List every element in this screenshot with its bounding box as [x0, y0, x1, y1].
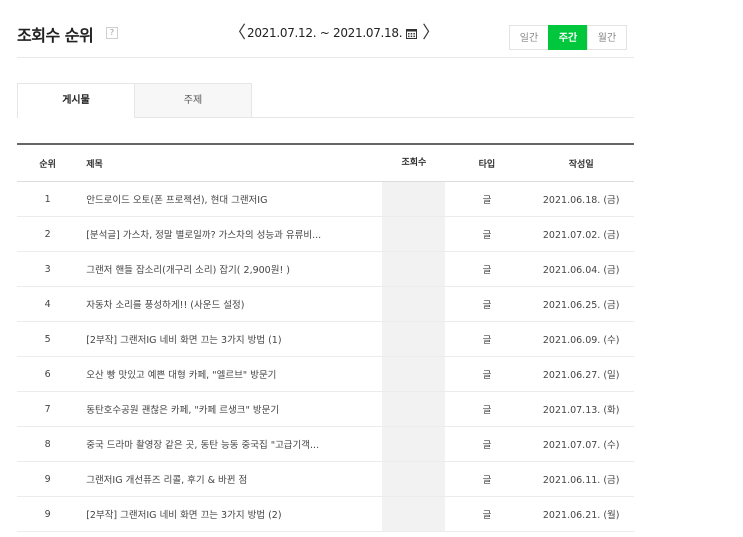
row-title-link[interactable]: 중국 드라마 촬영장 같은 곳, 동탄 능동 중국집 "고급기객... — [78, 437, 382, 451]
row-type: 글 — [482, 370, 492, 381]
row-views — [382, 392, 446, 426]
row-date: 2021.06.25. (금) — [542, 300, 620, 311]
table-header: 순위 제목 조회수 타입 작성일 — [17, 145, 634, 182]
col-views-header: 조회수 — [401, 158, 427, 168]
period-toggle: 일간 주간 월간 — [509, 25, 627, 50]
tab-topics[interactable]: 주제 — [134, 83, 252, 117]
stats-header: 조회수 순위 ? 〈 2021.07.12. ~ 2021.07.18. 〉 일… — [0, 0, 743, 60]
row-date: 2021.06.04. (금) — [542, 265, 620, 276]
row-type: 글 — [482, 265, 492, 276]
table-row[interactable]: 2 [분석글] 가스차, 정말 별로일까? 가스차의 성능과 유류비... 글 … — [17, 217, 634, 252]
row-rank: 9 — [44, 473, 51, 485]
row-title-link[interactable]: [분석글] 가스차, 정말 별로일까? 가스차의 성능과 유류비... — [78, 227, 382, 241]
row-title-link[interactable]: [2부작] 그랜저IG 네비 화면 끄는 3가지 방법 (1) — [78, 332, 382, 346]
row-views — [382, 427, 446, 461]
row-title-link[interactable]: 그랜저IG 개선퓨즈 리콜, 후기 & 바뀐 점 — [78, 472, 382, 486]
row-type: 글 — [482, 195, 492, 206]
tab-posts[interactable]: 게시물 — [17, 83, 135, 118]
table-row[interactable]: 3 그랜저 핸들 잡소리(개구리 소리) 잡기( 2,900원! ) 글 202… — [17, 252, 634, 287]
row-title-link[interactable]: 동탄호수공원 괜찮은 카페, "카페 르생크" 방문기 — [78, 402, 382, 416]
row-type: 글 — [482, 440, 492, 451]
col-type-header: 타입 — [478, 159, 496, 170]
table-row[interactable]: 1 안드로이드 오토(폰 프로젝션), 현대 그랜저IG 글 2021.06.1… — [17, 182, 634, 217]
row-date: 2021.06.11. (금) — [542, 475, 620, 486]
row-type: 글 — [482, 300, 492, 311]
row-type: 글 — [482, 475, 492, 486]
row-rank: 3 — [44, 263, 51, 275]
row-date: 2021.07.13. (화) — [542, 405, 620, 416]
row-title-link[interactable]: 안드로이드 오토(폰 프로젝션), 현대 그랜저IG — [78, 192, 382, 206]
period-monthly-button[interactable]: 월간 — [587, 25, 627, 50]
table-row[interactable]: 9 그랜저IG 개선퓨즈 리콜, 후기 & 바뀐 점 글 2021.06.11.… — [17, 462, 634, 497]
row-views — [382, 322, 446, 356]
row-date: 2021.07.02. (금) — [542, 230, 620, 241]
row-type: 글 — [482, 510, 492, 521]
row-date: 2021.06.21. (월) — [542, 510, 620, 521]
header-divider — [17, 57, 634, 58]
row-rank: 8 — [44, 438, 51, 450]
row-date: 2021.06.27. (일) — [542, 370, 620, 381]
row-date: 2021.06.09. (수) — [542, 335, 620, 346]
row-date: 2021.07.07. (수) — [542, 440, 620, 451]
row-title-link[interactable]: 자동차 소리를 풍성하게!! (사운드 설정) — [78, 297, 382, 311]
period-daily-button[interactable]: 일간 — [509, 25, 549, 50]
row-type: 글 — [482, 230, 492, 241]
row-views — [382, 182, 446, 216]
row-rank: 7 — [44, 403, 51, 415]
row-title-link[interactable]: [2부작] 그랜저IG 네비 화면 끄는 3가지 방법 (2) — [78, 507, 382, 521]
col-title-header: 제목 — [86, 159, 103, 170]
table-row[interactable]: 9 [2부작] 그랜저IG 네비 화면 끄는 3가지 방법 (2) 글 2021… — [17, 497, 634, 532]
table-row[interactable]: 7 동탄호수공원 괜찮은 카페, "카페 르생크" 방문기 글 2021.07.… — [17, 392, 634, 427]
question-icon[interactable]: ? — [106, 27, 118, 39]
next-week-arrow-icon[interactable]: 〉 — [422, 23, 439, 43]
page-title: 조회수 순위 — [17, 26, 94, 45]
row-rank: 4 — [44, 298, 51, 310]
prev-week-arrow-icon[interactable]: 〈 — [229, 23, 246, 43]
table-row[interactable]: 4 자동차 소리를 풍성하게!! (사운드 설정) 글 2021.06.25. … — [17, 287, 634, 322]
row-rank: 2 — [44, 228, 51, 240]
date-navigator: 〈 2021.07.12. ~ 2021.07.18. 〉 — [229, 22, 439, 44]
row-views — [382, 217, 446, 251]
row-rank: 9 — [44, 508, 51, 520]
row-type: 글 — [482, 405, 492, 416]
ranking-table: 순위 제목 조회수 타입 작성일 1 안드로이드 오토(폰 프로젝션), 현대 … — [17, 143, 634, 532]
table-row[interactable]: 8 중국 드라마 촬영장 같은 곳, 동탄 능동 중국집 "고급기객... 글 … — [17, 427, 634, 462]
row-rank: 6 — [44, 368, 51, 380]
row-type: 글 — [482, 335, 492, 346]
col-rank-header: 순위 — [39, 159, 56, 170]
row-date: 2021.06.18. (금) — [542, 195, 620, 206]
row-views — [382, 252, 446, 286]
row-views — [382, 357, 446, 391]
col-date-header: 작성일 — [568, 159, 594, 170]
row-views — [382, 287, 446, 321]
row-views — [382, 497, 446, 531]
date-range-label: 2021.07.12. ~ 2021.07.18. — [247, 26, 403, 40]
row-views — [382, 462, 446, 496]
period-weekly-button[interactable]: 주간 — [548, 25, 588, 50]
row-rank: 5 — [44, 333, 51, 345]
table-row[interactable]: 5 [2부작] 그랜저IG 네비 화면 끄는 3가지 방법 (1) 글 2021… — [17, 322, 634, 357]
row-title-link[interactable]: 오산 빵 맛있고 예쁜 대형 카페, "엘르브" 방문기 — [78, 367, 382, 381]
row-title-link[interactable]: 그랜저 핸들 잡소리(개구리 소리) 잡기( 2,900원! ) — [78, 262, 382, 276]
row-rank: 1 — [44, 193, 51, 205]
content-tabs: 게시물 주제 — [17, 83, 634, 118]
calendar-icon[interactable] — [406, 28, 418, 39]
table-row[interactable]: 6 오산 빵 맛있고 예쁜 대형 카페, "엘르브" 방문기 글 2021.06… — [17, 357, 634, 392]
